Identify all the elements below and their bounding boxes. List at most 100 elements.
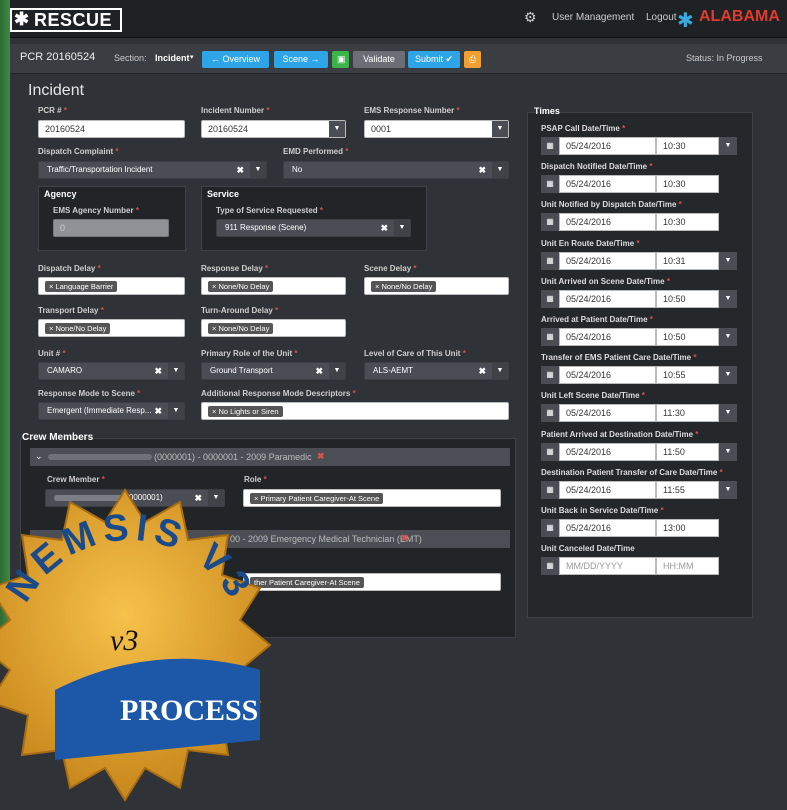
tag-chip[interactable]: × No Lights or Siren — [208, 406, 283, 417]
calendar-icon[interactable]: ▦ — [541, 443, 559, 461]
chevron-down-icon[interactable]: ▼ — [719, 404, 737, 422]
date-input[interactable]: 05/24/2016 — [559, 404, 656, 422]
date-input[interactable]: 05/24/2016 — [559, 175, 656, 193]
logout-link[interactable]: Logout — [646, 12, 677, 23]
response-mode-select[interactable]: Emergent (Immediate Resp... ✖ ▼ — [38, 402, 185, 420]
date-input[interactable]: MM/DD/YYYY — [559, 557, 656, 575]
unit-select[interactable]: CAMARO ✖ ▼ — [38, 362, 185, 380]
calendar-icon[interactable]: ▦ — [541, 519, 559, 537]
date-input[interactable]: 05/24/2016 — [559, 252, 656, 270]
chevron-down-icon[interactable]: ▼ — [719, 290, 737, 308]
calendar-icon[interactable]: ▦ — [541, 481, 559, 499]
dispatch-delay-input[interactable]: × Language Barrier — [38, 277, 185, 295]
clear-icon[interactable]: ✖ — [380, 220, 388, 236]
date-input[interactable]: 05/24/2016 — [559, 519, 656, 537]
service-type-select[interactable]: 911 Response (Scene) ✖ ▼ — [216, 219, 411, 237]
descriptors-input[interactable]: × No Lights or Siren — [201, 402, 509, 420]
time-input[interactable]: 10:30 — [656, 213, 719, 231]
chevron-down-icon[interactable]: ▼ — [329, 121, 345, 137]
clear-icon[interactable]: ✖ — [154, 363, 162, 379]
calendar-icon[interactable]: ▦ — [541, 557, 559, 575]
clear-icon[interactable]: ✖ — [236, 162, 244, 178]
calendar-icon[interactable]: ▦ — [541, 366, 559, 384]
section-selector[interactable]: Incident — [155, 53, 190, 63]
response-delay-input[interactable]: × None/No Delay — [201, 277, 346, 295]
scene-delay-input[interactable]: × None/No Delay — [364, 277, 509, 295]
time-input[interactable]: 10:30 — [656, 137, 719, 155]
calendar-icon[interactable]: ▦ — [541, 175, 559, 193]
chevron-down-icon[interactable]: ▼ — [719, 252, 737, 270]
chevron-down-icon[interactable]: ▼ — [719, 481, 737, 499]
user-management-link[interactable]: User Management — [552, 12, 634, 23]
save-icon[interactable]: ▣ — [332, 51, 349, 68]
dispatch-complaint-select[interactable]: Traffic/Transportation Incident ✖ ▼ — [38, 161, 267, 179]
time-input[interactable]: HH:MM — [656, 557, 719, 575]
chevron-down-icon[interactable]: ▼ — [329, 363, 345, 379]
chevron-down-icon[interactable]: ▼ — [492, 363, 508, 379]
date-input[interactable]: 05/24/2016 — [559, 290, 656, 308]
rescue-logo[interactable]: ✱ RESCUE — [10, 8, 122, 32]
clear-icon[interactable]: ✖ — [315, 363, 323, 379]
chevron-down-icon[interactable]: ▼ — [719, 137, 737, 155]
agency-number-input[interactable]: 0 — [53, 219, 169, 237]
ems-response-input[interactable]: 0001 ▼ — [364, 120, 509, 138]
clear-icon[interactable]: ✖ — [478, 363, 486, 379]
time-input[interactable]: 10:55 — [656, 366, 719, 384]
level-of-care-select[interactable]: ALS-AEMT ✖ ▼ — [364, 362, 509, 380]
time-input[interactable]: 10:31 — [656, 252, 719, 270]
remove-icon[interactable]: ✖ — [401, 533, 409, 544]
clear-icon[interactable]: ✖ — [154, 403, 162, 419]
calendar-icon[interactable]: ▦ — [541, 213, 559, 231]
clear-icon[interactable]: ✖ — [478, 162, 486, 178]
chevron-down-icon[interactable]: ▼ — [719, 443, 737, 461]
calendar-icon[interactable]: ▦ — [541, 328, 559, 346]
time-input[interactable]: 10:50 — [656, 328, 719, 346]
crew-member-1-header[interactable]: ⌄ (0000001) - 0000001 - 2009 Paramedic ✖ — [30, 448, 510, 466]
print-icon[interactable]: ⎙ — [464, 51, 481, 68]
calendar-icon[interactable]: ▦ — [541, 137, 559, 155]
settings-gear-icon[interactable]: ⚙ — [524, 9, 537, 26]
chevron-down-icon[interactable]: ▼ — [719, 328, 737, 346]
chevron-down-icon[interactable]: ▼ — [168, 403, 184, 419]
time-row-label: Unit Arrived on Scene Date/Time * — [541, 277, 670, 286]
transport-delay-input[interactable]: × None/No Delay — [38, 319, 185, 337]
unit-role-select[interactable]: Ground Transport ✖ ▼ — [201, 362, 346, 380]
tag-chip[interactable]: × None/No Delay — [45, 323, 111, 334]
chevron-down-icon[interactable]: ▼ — [492, 162, 508, 178]
incident-number-input[interactable]: 20160524 ▼ — [201, 120, 346, 138]
chevron-down-icon[interactable]: ▼ — [719, 366, 737, 384]
unit-label: Unit # * — [38, 349, 66, 358]
turnaround-delay-input[interactable]: × None/No Delay — [201, 319, 346, 337]
tag-chip[interactable]: × None/No Delay — [371, 281, 437, 292]
time-input[interactable]: 11:30 — [656, 404, 719, 422]
date-input[interactable]: 05/24/2016 — [559, 366, 656, 384]
date-input[interactable]: 05/24/2016 — [559, 481, 656, 499]
date-input[interactable]: 05/24/2016 — [559, 443, 656, 461]
scene-button[interactable]: Scene → — [274, 51, 328, 68]
tag-chip[interactable]: × None/No Delay — [208, 281, 274, 292]
blurred-name — [48, 454, 152, 460]
tag-chip[interactable]: × Language Barrier — [45, 281, 118, 292]
time-input[interactable]: 13:00 — [656, 519, 719, 537]
date-input[interactable]: 05/24/2016 — [559, 137, 656, 155]
validate-button[interactable]: Validate — [353, 51, 405, 68]
time-input[interactable]: 11:50 — [656, 443, 719, 461]
chevron-down-icon[interactable]: ▼ — [168, 363, 184, 379]
pcr-input[interactable]: 20160524 — [38, 120, 185, 138]
time-input[interactable]: 10:30 — [656, 175, 719, 193]
chevron-down-icon[interactable]: ▼ — [394, 220, 410, 236]
emd-performed-select[interactable]: No ✖ ▼ — [283, 161, 509, 179]
time-input[interactable]: 10:50 — [656, 290, 719, 308]
date-input[interactable]: 05/24/2016 — [559, 328, 656, 346]
chevron-down-icon[interactable]: ▼ — [250, 162, 266, 178]
calendar-icon[interactable]: ▦ — [541, 404, 559, 422]
overview-button[interactable]: ← Overview — [202, 51, 269, 68]
chevron-down-icon[interactable]: ▼ — [492, 121, 508, 137]
calendar-icon[interactable]: ▦ — [541, 290, 559, 308]
remove-icon[interactable]: ✖ — [317, 451, 325, 462]
time-input[interactable]: 11:55 — [656, 481, 719, 499]
tag-chip[interactable]: × None/No Delay — [208, 323, 274, 334]
date-input[interactable]: 05/24/2016 — [559, 213, 656, 231]
submit-button[interactable]: Submit ✔ — [408, 51, 460, 68]
calendar-icon[interactable]: ▦ — [541, 252, 559, 270]
